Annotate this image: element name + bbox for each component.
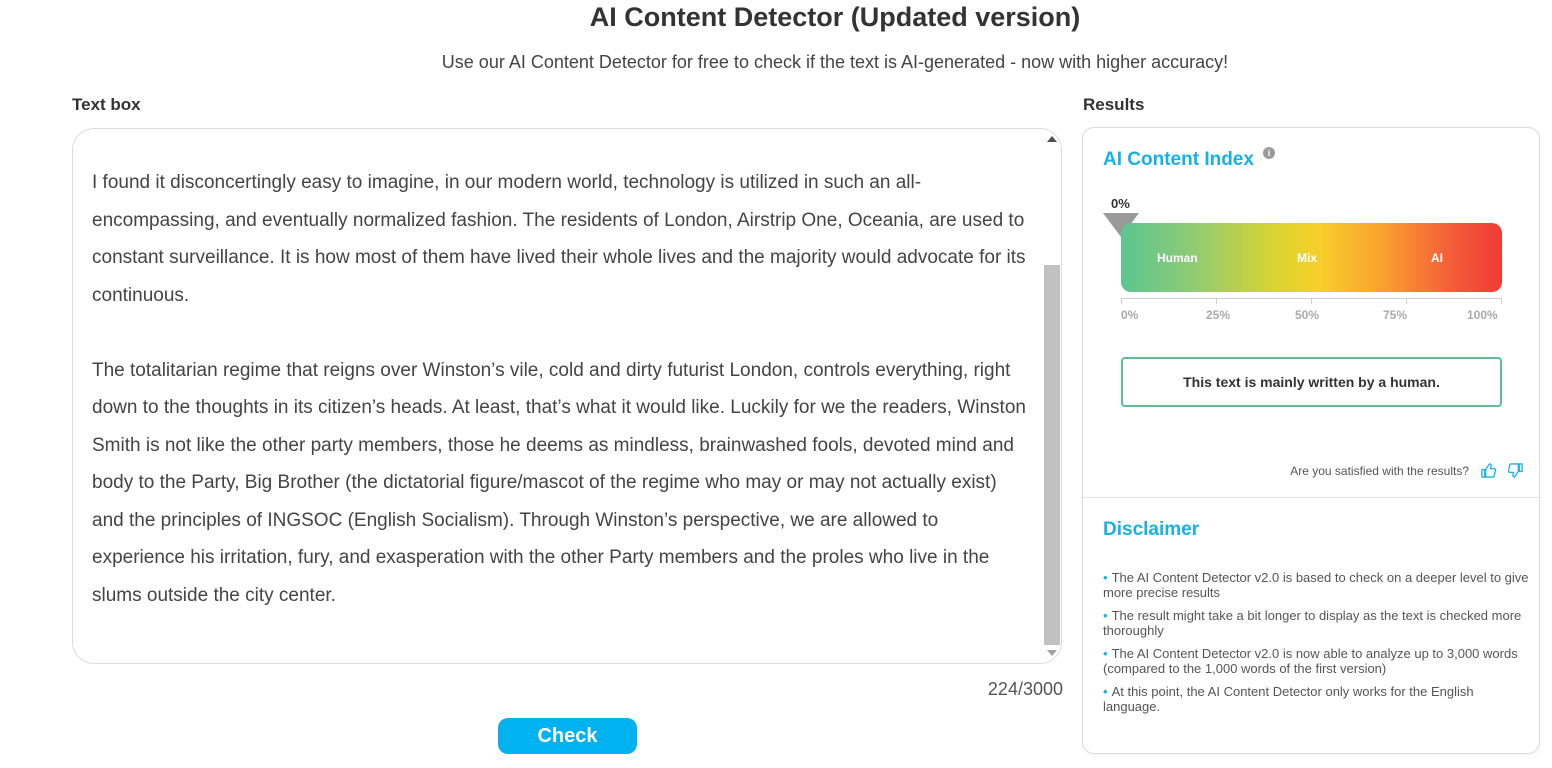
disclaimer-item: • At this point, the AI Content Detector … (1103, 684, 1474, 714)
check-button[interactable]: Check (498, 718, 637, 754)
gauge-tick (1311, 298, 1312, 304)
verdict-box: This text is mainly written by a human. (1121, 357, 1502, 407)
gauge-tick (1121, 298, 1122, 304)
gauge-tick (1216, 298, 1217, 304)
gauge-tick-label: 75% (1383, 308, 1408, 322)
ai-content-gauge: Human Mix AI (1121, 223, 1502, 292)
score-pointer-label: 0% (1111, 196, 1130, 211)
bullet-icon: • (1103, 570, 1108, 585)
textbox-scrollbar[interactable] (1043, 128, 1062, 664)
scroll-up-arrow-icon[interactable] (1047, 136, 1057, 142)
disclaimer-item: • The AI Content Detector v2.0 is now abl… (1103, 646, 1518, 676)
info-icon[interactable]: i (1263, 147, 1275, 159)
disclaimer-item: • The AI Content Detector v2.0 is based t… (1103, 570, 1529, 600)
gauge-tick-label: 50% (1295, 308, 1320, 322)
gauge-label-mix: Mix (1297, 251, 1318, 265)
ai-content-index-title: AI Content Index (1103, 149, 1254, 170)
page-subtitle: Use our AI Content Detector for free to … (441, 52, 1229, 72)
gauge-tick-label: 0% (1121, 308, 1139, 322)
scroll-thumb[interactable] (1044, 265, 1060, 645)
page-title: AI Content Detector (Updated version) (589, 2, 1081, 32)
bullet-icon: • (1103, 684, 1108, 699)
results-card: AI Content Index i 0% Human Mix AI 0% 25… (1082, 127, 1540, 754)
disclaimer-title: Disclaimer (1103, 519, 1200, 540)
text-input-area[interactable]: I found it disconcertingly easy to imagi… (72, 128, 1062, 664)
feedback-prompt: Are you satisfied with the results? (1290, 463, 1469, 478)
scroll-down-arrow-icon[interactable] (1047, 650, 1057, 656)
results-label: Results (1083, 95, 1145, 114)
text-input-content[interactable]: I found it disconcertingly easy to imagi… (92, 164, 1032, 614)
feedback-row: Are you satisfied with the results? (1290, 463, 1523, 478)
gauge-tick-label: 25% (1206, 308, 1231, 322)
bullet-icon: • (1103, 646, 1108, 661)
bullet-icon: • (1103, 608, 1108, 623)
thumbs-up-icon[interactable] (1481, 463, 1497, 478)
thumbs-down-icon[interactable] (1507, 463, 1523, 478)
textbox-label: Text box (72, 95, 141, 114)
gauge-label-ai: AI (1431, 251, 1443, 265)
disclaimer-list: • The AI Content Detector v2.0 is based t… (1103, 570, 1529, 722)
gauge-tick (1406, 298, 1407, 304)
disclaimer-item: • The result might take a bit longer to d… (1103, 608, 1522, 638)
gauge-tick (1501, 298, 1502, 304)
gauge-label-human: Human (1157, 251, 1198, 265)
gauge-tick-label: 100% (1467, 308, 1498, 322)
character-count: 224/3000 (987, 679, 1063, 699)
card-divider (1083, 497, 1539, 498)
